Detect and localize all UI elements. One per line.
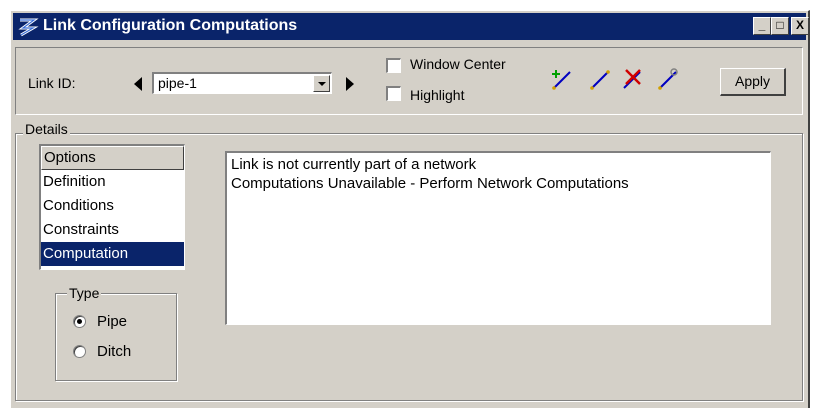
list-item-definition[interactable]: Definition bbox=[41, 170, 184, 194]
edit-link-icon[interactable] bbox=[656, 66, 682, 92]
link-config-window: Link Configuration Computations _ □ X Li… bbox=[10, 10, 810, 408]
window-center-label: Window Center bbox=[410, 56, 506, 72]
previous-link-arrow-icon[interactable] bbox=[134, 77, 142, 91]
link-id-value: pipe-1 bbox=[158, 75, 197, 91]
link-toolbar-panel: Link ID: pipe-1 Window Center Highlight bbox=[15, 47, 803, 115]
message-line: Computations Unavailable - Perform Netwo… bbox=[231, 175, 629, 192]
ditch-radio[interactable] bbox=[73, 345, 86, 358]
highlight-label: Highlight bbox=[410, 87, 465, 103]
next-link-arrow-icon[interactable] bbox=[346, 77, 354, 91]
title-bar[interactable]: Link Configuration Computations _ □ X bbox=[13, 13, 809, 40]
close-icon: X bbox=[795, 18, 804, 32]
list-item-constraints[interactable]: Constraints bbox=[41, 218, 184, 242]
minimize-button[interactable]: _ bbox=[753, 17, 771, 35]
options-list-header: Options bbox=[41, 146, 184, 170]
delete-link-icon[interactable] bbox=[620, 64, 646, 92]
minimize-icon: _ bbox=[758, 18, 766, 32]
pipe-radio[interactable] bbox=[73, 315, 86, 328]
window-center-checkbox[interactable] bbox=[386, 58, 401, 73]
link-id-label: Link ID: bbox=[28, 75, 76, 91]
maximize-button[interactable]: □ bbox=[771, 17, 789, 35]
maximize-icon: □ bbox=[776, 18, 784, 32]
message-line: Link is not currently part of a network bbox=[231, 156, 477, 173]
list-item-computation[interactable]: Computation bbox=[41, 242, 184, 266]
radio-selected-dot bbox=[77, 319, 82, 324]
apply-button[interactable]: Apply bbox=[720, 68, 786, 96]
pipe-radio-label: Pipe bbox=[97, 313, 128, 330]
computation-messages: Link is not currently part of a network … bbox=[225, 151, 771, 325]
type-group bbox=[55, 293, 177, 381]
add-link-icon[interactable] bbox=[550, 66, 574, 92]
apply-button-label: Apply bbox=[734, 73, 771, 89]
close-button[interactable]: X bbox=[791, 17, 809, 35]
options-list: Options Definition Conditions Constraint… bbox=[39, 144, 185, 270]
chevron-down-icon bbox=[318, 82, 326, 86]
window-title: Link Configuration Computations bbox=[43, 17, 298, 34]
select-link-icon[interactable] bbox=[588, 66, 612, 92]
type-group-label: Type bbox=[67, 285, 102, 301]
app-logo-icon bbox=[18, 18, 39, 37]
dropdown-button[interactable] bbox=[313, 75, 330, 92]
link-id-dropdown[interactable]: pipe-1 bbox=[152, 72, 332, 94]
highlight-checkbox[interactable] bbox=[386, 86, 401, 101]
details-group-label: Details bbox=[23, 121, 70, 137]
ditch-radio-label: Ditch bbox=[97, 343, 132, 360]
list-item-conditions[interactable]: Conditions bbox=[41, 194, 184, 218]
